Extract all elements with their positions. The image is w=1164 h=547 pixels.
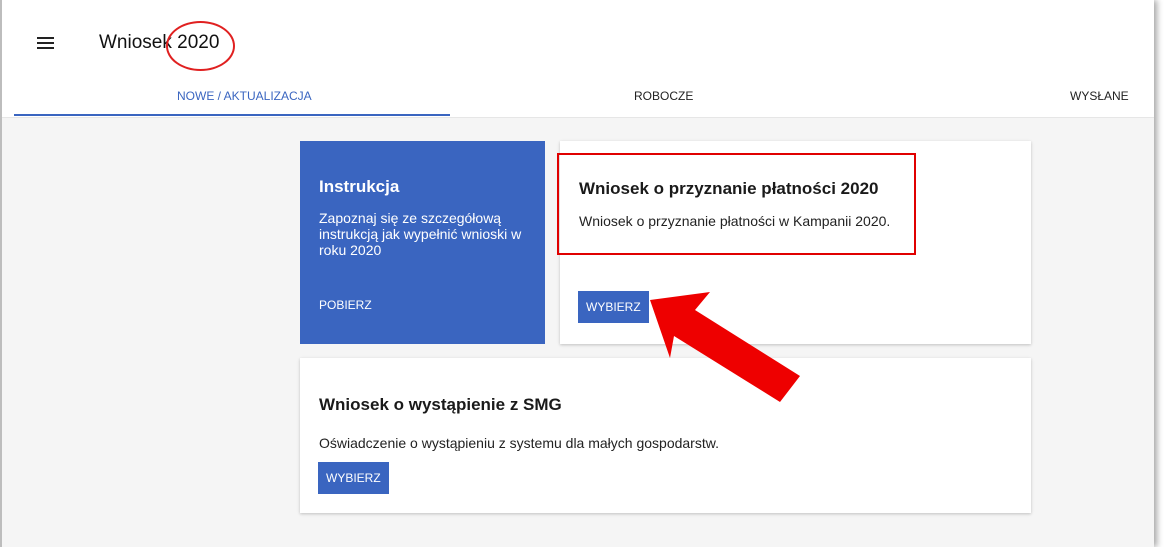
tab-new-update[interactable]: NOWE / AKTUALIZACJA: [177, 89, 312, 103]
hamburger-menu-icon[interactable]: [37, 37, 54, 50]
instruction-description: Zapoznaj się ze szczegółową instrukcją j…: [319, 210, 522, 258]
annotation-highlight-box: [557, 153, 916, 255]
smg-card-title: Wniosek o wystąpienie z SMG: [319, 395, 562, 414]
instruction-title: Instrukcja: [319, 177, 400, 196]
active-tab-indicator: [14, 114, 450, 116]
tab-sent[interactable]: WYSŁANE: [1070, 89, 1129, 103]
annotation-arrow-icon: [650, 292, 800, 402]
smg-select-button[interactable]: WYBIERZ: [318, 462, 389, 494]
payment-select-button[interactable]: WYBIERZ: [578, 291, 649, 323]
tab-drafts[interactable]: ROBOCZE: [634, 89, 693, 103]
annotation-circle: [166, 21, 235, 71]
instruction-card: Instrukcja Zapoznaj się ze szczegółową i…: [300, 141, 545, 344]
app-window: Wniosek 2020 NOWE / AKTUALIZACJA ROBOCZE…: [0, 0, 1154, 547]
download-link[interactable]: POBIERZ: [319, 298, 372, 312]
smg-card-description: Oświadczenie o wystąpieniu z systemu dla…: [319, 435, 719, 451]
